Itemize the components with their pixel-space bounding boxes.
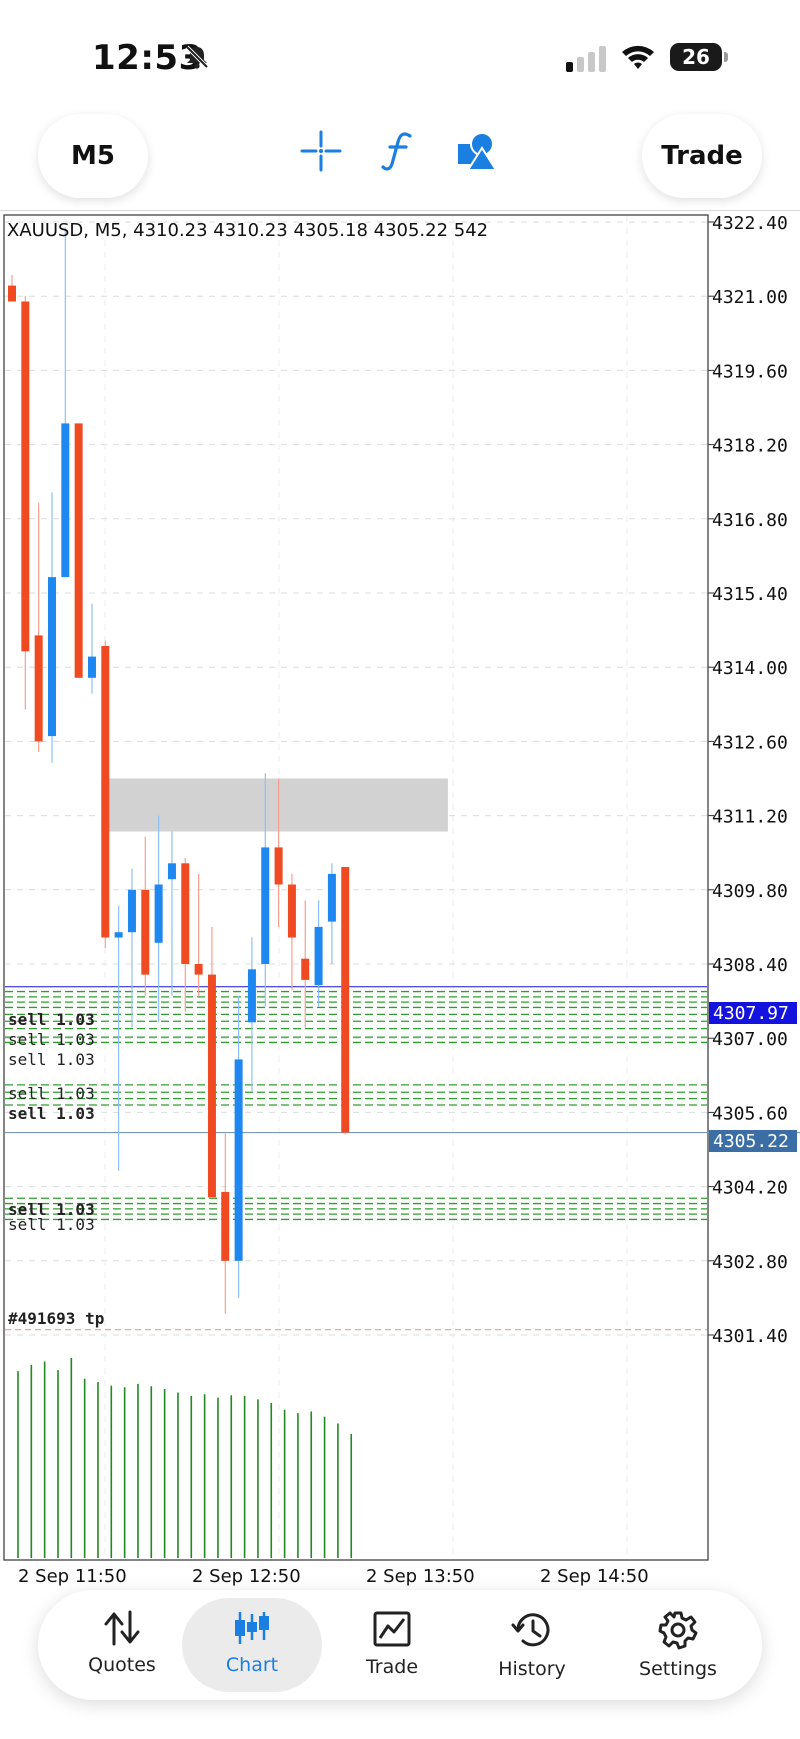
- candle-body: [34, 635, 43, 742]
- candle-body: [341, 867, 350, 1133]
- bid-price-marker: 4305.22: [709, 1130, 797, 1152]
- history-clock-icon: [511, 1613, 550, 1647]
- time-label: 2 Sep 12:50: [192, 1566, 301, 1587]
- time-label: 2 Sep 13:50: [366, 1566, 475, 1587]
- candle-body: [47, 577, 56, 737]
- price-label: 4322.40: [712, 213, 788, 234]
- price-label: 4316.80: [712, 510, 788, 531]
- price-label: 4321.00: [712, 287, 788, 308]
- price-label: 4307.00: [712, 1029, 788, 1050]
- candle-body: [261, 847, 270, 964]
- price-axis: 4322.40 4321.00 4319.60 4318.20 4316.80 4315.…: [708, 213, 788, 1347]
- bottom-navigation: Quotes Chart Trade History Settings: [38, 1590, 762, 1700]
- bid-price-label: 4305.22: [713, 1131, 789, 1152]
- price-label: 4302.80: [712, 1252, 788, 1273]
- candle-body: [74, 423, 83, 678]
- price-label: 4309.80: [712, 881, 788, 902]
- crosshair-icon[interactable]: [300, 130, 342, 172]
- candle-body: [301, 958, 310, 980]
- nav-quotes[interactable]: Quotes: [52, 1598, 192, 1692]
- order-label-group1: sell 1.03: [8, 1010, 95, 1029]
- nav-trade-label: Trade: [365, 1656, 419, 1678]
- candle-body: [167, 863, 176, 880]
- chart-toolbar: M5 Trade: [0, 110, 800, 206]
- bell-muted-icon: [185, 45, 209, 69]
- price-label: 4304.20: [712, 1178, 788, 1199]
- trade-line-icon: [373, 1611, 411, 1647]
- price-label: 4314.00: [712, 658, 788, 679]
- quotes-arrows-icon: [104, 1610, 140, 1646]
- nav-settings[interactable]: Settings: [608, 1598, 748, 1692]
- indicator-function-icon[interactable]: [380, 130, 416, 172]
- candle-body: [127, 889, 136, 933]
- candlestick-chart-svg[interactable]: sell 1.03 sell 1.03 sell 1.03 sell 1.03 …: [0, 212, 800, 1588]
- drawing-objects-icon[interactable]: [456, 130, 498, 172]
- order-label-group2: sell 1.03: [8, 1084, 95, 1103]
- order-label-group3-b: sell 1.03: [8, 1215, 95, 1234]
- battery-indicator: 26: [670, 43, 722, 71]
- nav-chart-label: Chart: [225, 1654, 279, 1676]
- candle-body: [247, 969, 256, 1023]
- nav-trade[interactable]: Trade: [322, 1598, 462, 1692]
- candle-body: [87, 656, 96, 678]
- cell-signal-icon: [566, 46, 606, 72]
- nav-history-label: History: [498, 1658, 566, 1680]
- candle-body: [221, 1191, 230, 1261]
- time-axis: 2 Sep 11:50 2 Sep 12:50 2 Sep 13:50 2 Sep 1…: [18, 1566, 649, 1587]
- toolbar-divider: [0, 210, 800, 211]
- nav-chart[interactable]: Chart: [182, 1598, 322, 1692]
- candle-body: [154, 884, 163, 943]
- battery-tip: [724, 52, 728, 62]
- nav-quotes-label: Quotes: [88, 1654, 156, 1676]
- candle-body: [207, 974, 216, 1198]
- candle-body: [194, 964, 203, 975]
- timeframe-button[interactable]: M5: [38, 114, 148, 198]
- order-label-group1-b: sell 1.03: [8, 1030, 95, 1049]
- chart-frame: [3, 214, 709, 1561]
- candle-body: [21, 301, 30, 652]
- nav-settings-label: Settings: [639, 1658, 717, 1680]
- time-label: 2 Sep 11:50: [18, 1566, 127, 1587]
- trade-button[interactable]: Trade: [642, 114, 762, 198]
- candle-body: [114, 932, 123, 938]
- price-label: 4305.60: [712, 1103, 788, 1124]
- candle-body: [61, 423, 70, 578]
- price-label: 4312.60: [712, 732, 788, 753]
- nav-history[interactable]: History: [462, 1598, 602, 1692]
- candle-body: [181, 863, 190, 964]
- candle-body: [101, 646, 110, 938]
- price-label: 4311.20: [712, 807, 788, 828]
- price-label: 4319.60: [712, 361, 788, 382]
- price-label: 4301.40: [712, 1326, 788, 1347]
- price-label: 4318.20: [712, 436, 788, 457]
- supply-zone: [101, 778, 448, 832]
- candle-body: [327, 873, 336, 922]
- order-label-group1-c: sell 1.03: [8, 1050, 95, 1069]
- price-label: 4315.40: [712, 584, 788, 605]
- chart-candles-icon: [235, 1612, 269, 1644]
- price-chart[interactable]: sell 1.03 sell 1.03 sell 1.03 sell 1.03 …: [0, 212, 800, 1588]
- candle-body: [234, 1059, 243, 1261]
- candle-body: [314, 926, 323, 986]
- candle-body: [8, 285, 16, 302]
- price-label: 4308.40: [712, 955, 788, 976]
- candle-body: [287, 884, 296, 938]
- ask-price-label: 4307.97: [713, 1003, 789, 1024]
- chart-info-line: XAUUSD, M5, 4310.23 4310.23 4305.18 4305…: [7, 220, 488, 241]
- ask-price-marker: 4307.97: [709, 1002, 797, 1024]
- wifi-icon: [622, 45, 654, 69]
- candle-body: [274, 847, 283, 885]
- tp-label: #491693 tp: [8, 1309, 104, 1328]
- supply-zone-rect: [101, 778, 448, 832]
- gear-icon: [658, 1611, 698, 1650]
- time-label: 2 Sep 14:50: [540, 1566, 649, 1587]
- order-label-group2-b: sell 1.03: [8, 1104, 95, 1123]
- status-bar: 12:53 26: [0, 0, 800, 110]
- candle-body: [141, 889, 150, 975]
